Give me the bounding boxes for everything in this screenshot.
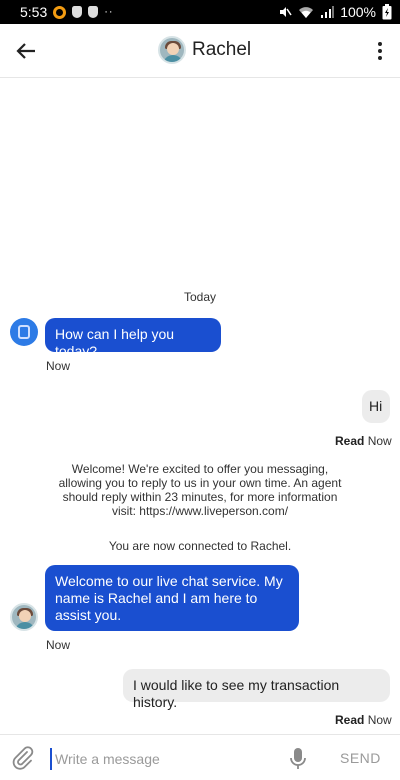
composer-bar: SEND [0, 734, 400, 780]
paperclip-icon [12, 746, 34, 770]
message-time: Now [46, 359, 71, 373]
arrow-left-icon [16, 42, 35, 59]
date-separator: Today [183, 290, 217, 304]
agent-avatar-small [10, 603, 38, 631]
dot-icon [378, 49, 382, 53]
signal-icon [321, 6, 335, 18]
user-message-bubble[interactable]: Hi [362, 390, 390, 423]
dot-icon [378, 42, 382, 46]
microphone-button[interactable] [288, 747, 308, 771]
system-message: You are now connected to Rachel. [108, 539, 292, 553]
back-button[interactable] [0, 24, 52, 78]
agent-message-bubble[interactable]: Welcome to our live chat service. My nam… [45, 565, 299, 631]
battery-percent: 100% [340, 4, 376, 20]
message-read-status: Read Now [335, 434, 392, 448]
user-message-bubble[interactable]: I would like to see my transaction histo… [123, 669, 390, 710]
status-bar: 5:53 ·· 100% [0, 0, 400, 24]
app-bar: Rachel [0, 24, 400, 78]
page-title: Rachel [192, 39, 252, 60]
status-left: 5:53 ·· [20, 4, 114, 20]
more-options-button[interactable] [370, 37, 390, 65]
agent-avatar-small [10, 318, 38, 346]
message-input[interactable] [50, 748, 270, 770]
attach-button[interactable] [10, 745, 36, 771]
mute-icon [280, 7, 292, 17]
read-label: Read [335, 713, 365, 727]
system-message: Welcome! We're excited to offer you mess… [58, 462, 342, 518]
conversation-header[interactable]: Rachel [158, 36, 251, 64]
shield-icon-2 [88, 6, 99, 18]
agent-avatar [158, 36, 186, 64]
dot-icon [378, 56, 382, 60]
read-label: Read [335, 434, 365, 448]
notification-ring-icon [53, 5, 67, 19]
status-time: 5:53 [20, 4, 48, 20]
message-time: Now [367, 434, 392, 448]
message-time: Now [367, 713, 392, 727]
battery-charging-icon [382, 4, 392, 20]
agent-message-bubble[interactable]: How can I help you today? [45, 318, 221, 359]
wifi-icon [299, 7, 314, 18]
shield-icon [72, 6, 83, 18]
more-notifications-dots: ·· [104, 6, 114, 18]
message-time: Now [46, 638, 71, 652]
microphone-icon [290, 748, 306, 769]
chat-bot-icon [18, 325, 30, 339]
message-read-status: Read Now [335, 713, 392, 727]
send-button[interactable]: SEND [340, 750, 381, 766]
status-right: 100% [278, 4, 392, 20]
